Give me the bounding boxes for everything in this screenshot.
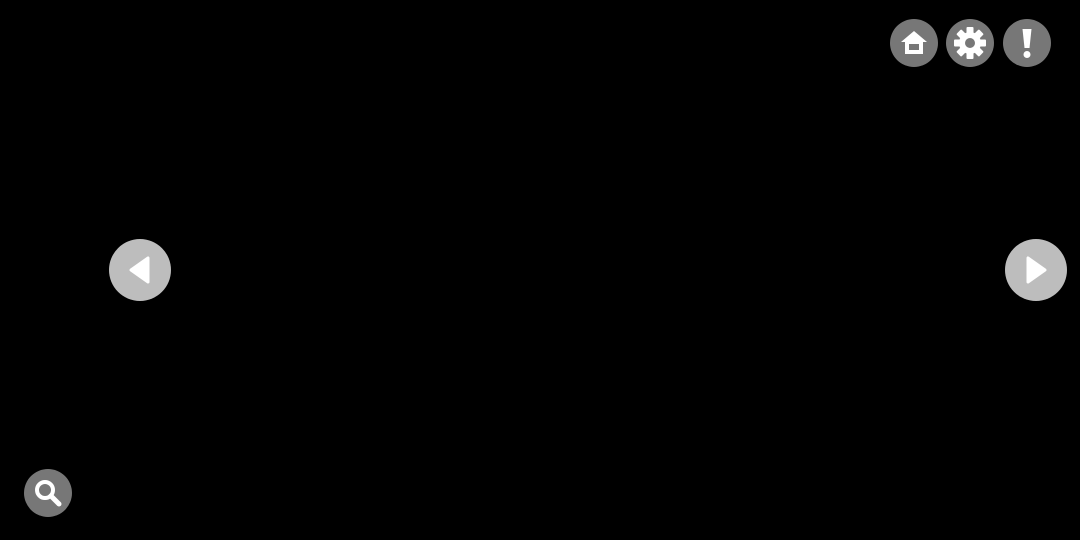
game-viewport — [0, 0, 1080, 540]
previous-button[interactable] — [109, 239, 171, 301]
search-button[interactable] — [24, 469, 72, 517]
next-button[interactable] — [1005, 239, 1067, 301]
home-icon — [901, 31, 927, 54]
triangle-right-icon — [1026, 256, 1047, 284]
alert-button[interactable] — [1003, 19, 1051, 67]
magnifier-icon — [35, 480, 62, 507]
home-button[interactable] — [890, 19, 938, 67]
exclamation-icon — [1022, 29, 1032, 58]
triangle-left-icon — [129, 256, 150, 284]
settings-button[interactable] — [946, 19, 994, 67]
gear-icon — [954, 27, 986, 59]
